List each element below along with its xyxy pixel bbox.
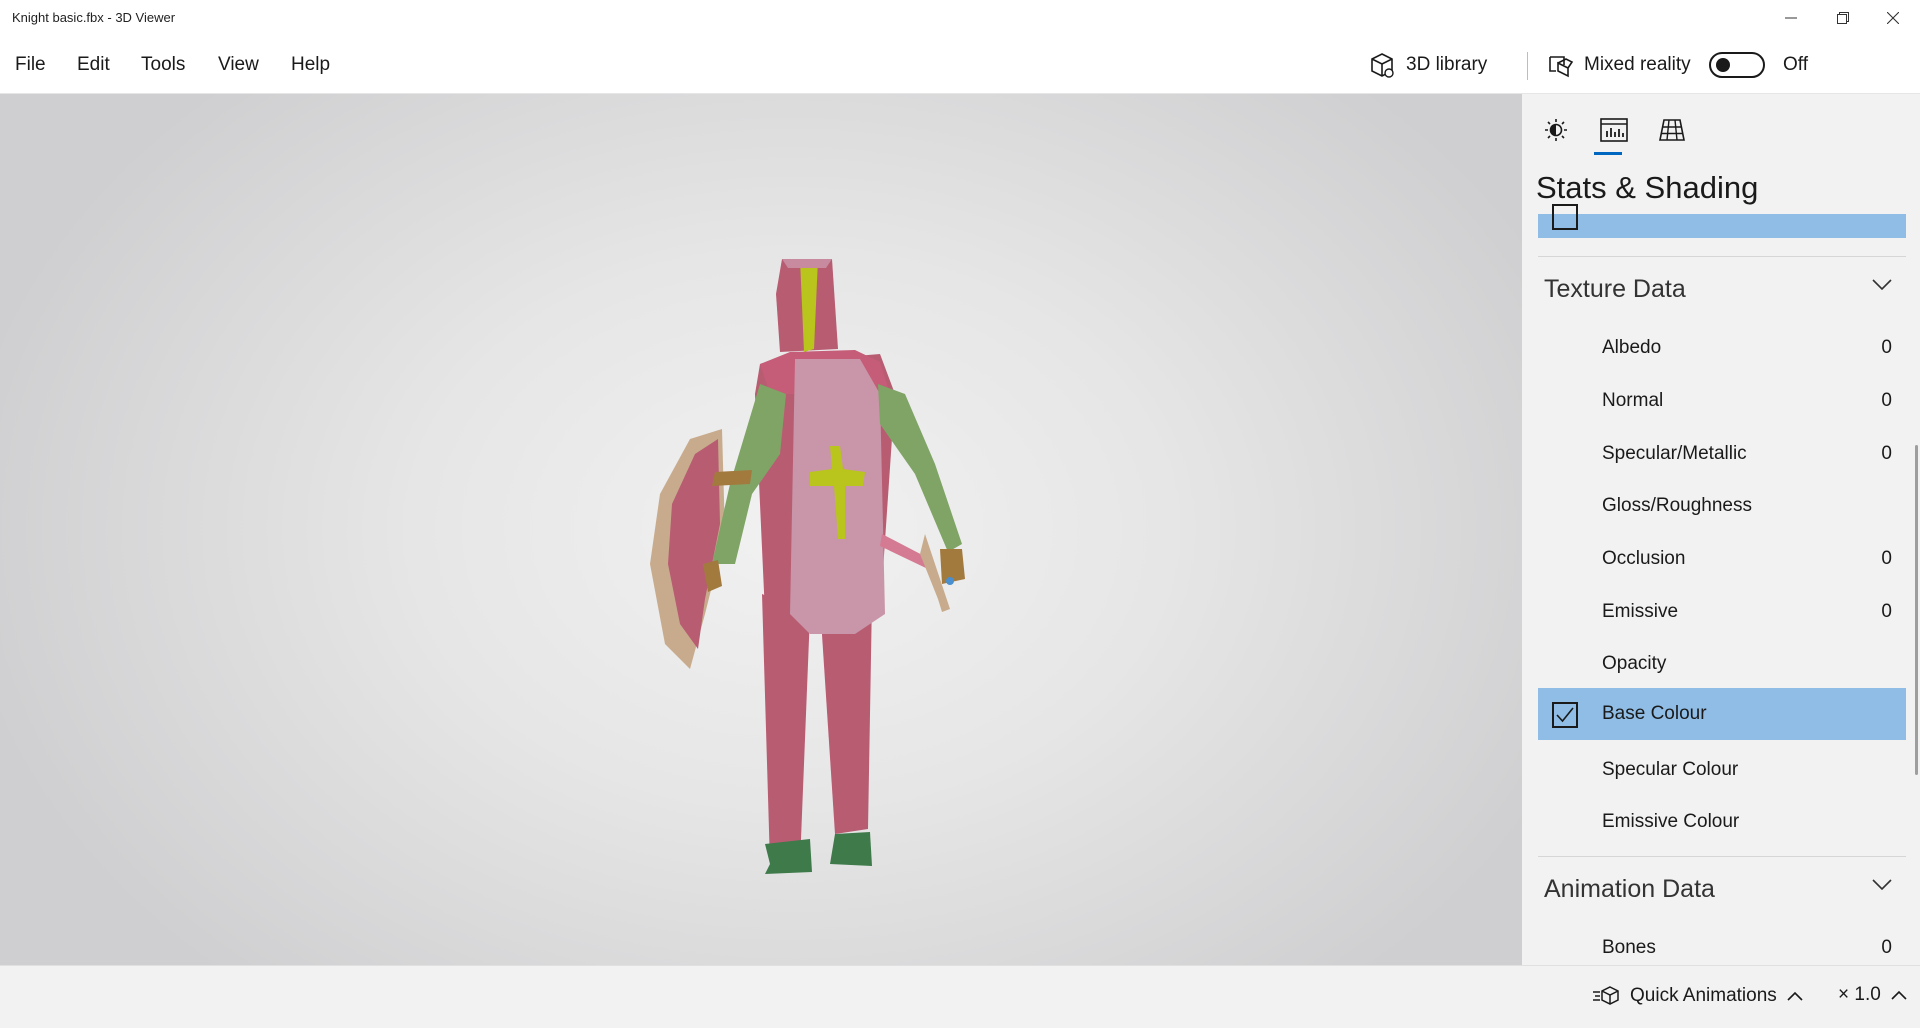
- row-checkbox[interactable]: [1552, 204, 1578, 230]
- menu-tools[interactable]: Tools: [141, 54, 185, 76]
- toggle-knob: [1716, 58, 1730, 72]
- menu-edit[interactable]: Edit: [77, 54, 110, 76]
- menu-file[interactable]: File: [15, 54, 46, 76]
- row-value: 0: [1881, 390, 1892, 411]
- row-value: 0: [1881, 548, 1892, 569]
- close-button[interactable]: [1866, 0, 1920, 36]
- 3d-library-label: 3D library: [1406, 54, 1488, 75]
- list-item-emissive[interactable]: Emissive 0: [1538, 586, 1906, 638]
- base-colour-checkbox[interactable]: [1552, 702, 1578, 728]
- close-icon: [1887, 12, 1899, 24]
- list-item-scrolled[interactable]: [1538, 204, 1906, 238]
- knight-model[interactable]: [0, 94, 1522, 965]
- bottom-bar: Quick Animations × 1.0: [0, 965, 1920, 1028]
- menu-help[interactable]: Help: [291, 54, 330, 76]
- list-item-base-colour[interactable]: Base Colour: [1538, 688, 1906, 740]
- list-item-albedo[interactable]: Albedo 0: [1538, 322, 1906, 374]
- tab-lighting[interactable]: [1536, 110, 1576, 150]
- 3d-viewport[interactable]: [0, 94, 1522, 965]
- quick-animations-button[interactable]: Quick Animations: [1592, 984, 1803, 1008]
- row-label: Bones: [1602, 937, 1656, 958]
- minimize-button[interactable]: [1764, 0, 1818, 36]
- cube-icon: [1371, 53, 1394, 78]
- panel-tab-bar: [1522, 94, 1920, 158]
- list-item-specular-colour[interactable]: Specular Colour: [1538, 744, 1906, 796]
- menu-view[interactable]: View: [218, 54, 259, 76]
- quick-animations-label: Quick Animations: [1630, 985, 1777, 1006]
- chevron-up-icon: [1787, 991, 1803, 1001]
- texture-data-title: Texture Data: [1544, 275, 1686, 303]
- playback-speed-button[interactable]: × 1.0: [1838, 984, 1907, 1006]
- row-value: 0: [1881, 337, 1892, 358]
- restore-icon: [1837, 12, 1849, 24]
- list-item-bones[interactable]: Bones 0: [1538, 922, 1906, 965]
- checkmark-icon: [1556, 707, 1574, 723]
- row-label: Emissive Colour: [1602, 811, 1740, 832]
- tab-stats[interactable]: [1594, 110, 1634, 150]
- list-item-emissive-colour[interactable]: Emissive Colour: [1538, 796, 1906, 848]
- window-title: Knight basic.fbx - 3D Viewer: [12, 10, 176, 25]
- chevron-down-icon: [1872, 279, 1892, 291]
- row-label: Gloss/Roughness: [1602, 495, 1752, 516]
- playback-speed-label: × 1.0: [1838, 984, 1881, 1005]
- title-bar: Knight basic.fbx - 3D Viewer: [0, 0, 1920, 36]
- animation-icon: [1593, 986, 1619, 1005]
- list-item-opacity[interactable]: Opacity: [1538, 638, 1906, 690]
- list-item-specular-metallic[interactable]: Specular/Metallic 0: [1538, 428, 1906, 480]
- 3d-library-button[interactable]: 3D library: [1368, 48, 1487, 82]
- stats-shading-panel: Stats & Shading Texture Data Albedo 0 No…: [1522, 94, 1920, 965]
- panel-title: Stats & Shading: [1536, 170, 1759, 205]
- menu-bar: File Edit Tools View Help 3D library Mix…: [0, 36, 1920, 94]
- mixed-reality-toggle[interactable]: [1709, 52, 1765, 78]
- list-item-occlusion[interactable]: Occlusion 0: [1538, 533, 1906, 585]
- row-value: 0: [1881, 443, 1892, 464]
- tab-grid[interactable]: [1652, 110, 1692, 150]
- row-label: Normal: [1602, 390, 1664, 411]
- chevron-down-icon: [1872, 879, 1892, 891]
- row-label: Occlusion: [1602, 548, 1686, 569]
- active-tab-indicator: [1594, 152, 1622, 155]
- animation-data-section[interactable]: Animation Data: [1538, 856, 1906, 916]
- mixed-reality-icon: [1549, 56, 1574, 78]
- minimize-icon: [1785, 17, 1797, 19]
- toolbar-divider: [1527, 52, 1528, 80]
- row-label: Specular/Metallic: [1602, 443, 1747, 464]
- grid-icon: [1659, 119, 1685, 141]
- sun-icon: [1545, 119, 1567, 141]
- row-label: Emissive: [1602, 601, 1679, 622]
- row-label: Albedo: [1602, 337, 1662, 358]
- stats-icon: [1600, 118, 1628, 142]
- mixed-reality-button[interactable]: Mixed reality: [1546, 48, 1691, 82]
- chevron-up-icon: [1891, 990, 1907, 1000]
- row-value: 0: [1881, 937, 1892, 958]
- list-item-gloss-roughness[interactable]: Gloss/Roughness: [1538, 480, 1906, 532]
- animation-data-title: Animation Data: [1544, 875, 1715, 903]
- panel-scrollbar[interactable]: [1915, 445, 1918, 775]
- list-item-normal[interactable]: Normal 0: [1538, 375, 1906, 427]
- texture-data-section[interactable]: Texture Data: [1538, 256, 1906, 316]
- row-label: Specular Colour: [1602, 759, 1739, 780]
- row-label: Base Colour: [1602, 703, 1707, 724]
- mixed-reality-state: Off: [1783, 54, 1808, 75]
- row-value: 0: [1881, 601, 1892, 622]
- row-label: Opacity: [1602, 653, 1667, 674]
- mixed-reality-label: Mixed reality: [1584, 54, 1691, 75]
- restore-button[interactable]: [1816, 0, 1870, 36]
